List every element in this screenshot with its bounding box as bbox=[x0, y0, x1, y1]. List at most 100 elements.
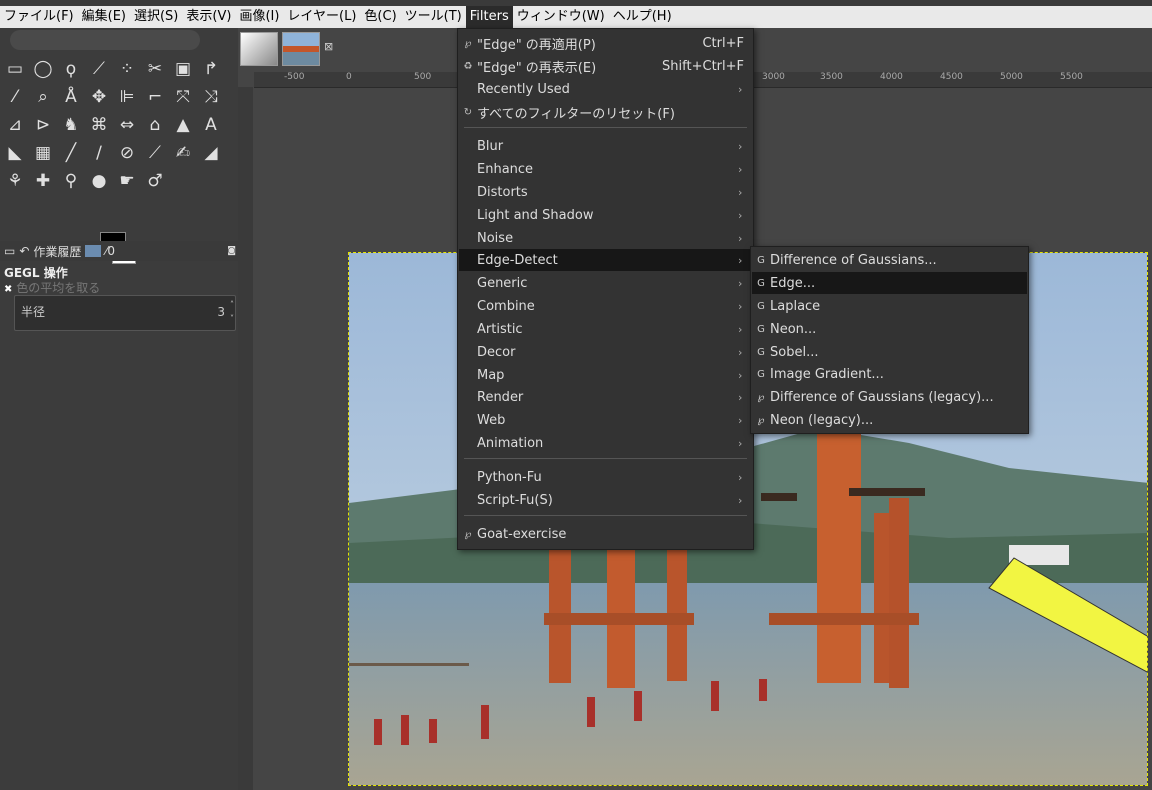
menu-image[interactable]: 画像(I) bbox=[235, 6, 283, 28]
recently-used-item[interactable]: Recently Used › bbox=[459, 78, 752, 100]
ellipse-select-icon[interactable]: ◯ bbox=[32, 58, 54, 80]
perspective-clone-icon[interactable]: ⚲ bbox=[60, 170, 82, 192]
paintbrush-icon[interactable]: ∕ bbox=[88, 142, 110, 164]
menu-filters[interactable]: Filters bbox=[465, 6, 513, 28]
filter-group-noise[interactable]: Noise › bbox=[459, 227, 752, 249]
plugin-icon: ℘ bbox=[757, 391, 765, 403]
filter-group-combine[interactable]: Combine › bbox=[459, 295, 752, 317]
gradient-icon[interactable]: ▦ bbox=[32, 142, 54, 164]
history-tab[interactable]: 作業履歴 bbox=[33, 243, 81, 260]
dog-item[interactable]: G Difference of Gaussians... bbox=[752, 249, 1027, 271]
menu-layer[interactable]: レイヤー(L) bbox=[283, 6, 360, 28]
clone-icon[interactable]: ⚘ bbox=[4, 170, 26, 192]
goat-exercise-item[interactable]: ℘ Goat-exercise bbox=[459, 523, 752, 545]
filter-group-decor[interactable]: Decor › bbox=[459, 341, 752, 363]
python-fu-item[interactable]: Python-Fu › bbox=[459, 466, 752, 488]
menu-help[interactable]: ヘルプ(H) bbox=[609, 6, 676, 28]
foreground-select-icon[interactable]: ▣ bbox=[172, 58, 194, 80]
filter-group-render[interactable]: Render › bbox=[459, 386, 752, 408]
heal-icon[interactable]: ✚ bbox=[32, 170, 54, 192]
filter-group-blur[interactable]: Blur › bbox=[459, 135, 752, 157]
images-tab-icon[interactable] bbox=[85, 245, 102, 257]
laplace-item[interactable]: G Laplace bbox=[752, 295, 1027, 317]
filter-group-distorts[interactable]: Distorts › bbox=[459, 181, 752, 203]
vertical-ruler bbox=[238, 87, 253, 790]
menu-view[interactable]: 表示(V) bbox=[182, 6, 235, 28]
menu-tools[interactable]: ツール(T) bbox=[401, 6, 466, 28]
reset-all-filters-item[interactable]: ↻ すべてのフィルターのリセット(F) bbox=[459, 101, 752, 123]
scissors-icon[interactable]: ✂ bbox=[144, 58, 166, 80]
fuzzy-select-icon[interactable]: ⟋ bbox=[88, 58, 110, 80]
menu-edit[interactable]: 編集(E) bbox=[78, 6, 130, 28]
neon-item[interactable]: G Neon... bbox=[752, 318, 1027, 340]
neon-legacy-item[interactable]: ℘ Neon (legacy)... bbox=[752, 409, 1027, 431]
crop-icon[interactable]: ⌐ bbox=[144, 86, 166, 108]
filter-group-animation[interactable]: Animation › bbox=[459, 432, 752, 454]
filter-group-generic[interactable]: Generic › bbox=[459, 272, 752, 294]
radius-spinner[interactable]: 半径 3 ˄ ˅ bbox=[14, 295, 236, 331]
filter-group-edge-detect[interactable]: Edge-Detect › bbox=[459, 249, 752, 271]
measure-icon[interactable]: Å bbox=[60, 86, 82, 108]
handle-transform-icon[interactable]: ▲ bbox=[172, 114, 194, 136]
chevron-right-icon: › bbox=[738, 208, 743, 222]
paths-icon[interactable]: ↱ bbox=[200, 58, 222, 80]
image-thumbnail-torii[interactable] bbox=[282, 32, 320, 66]
warp-transform-icon[interactable]: ♞ bbox=[60, 114, 82, 136]
spinner-arrows-icon[interactable]: ˄ ˅ bbox=[230, 298, 234, 326]
filter-group-web[interactable]: Web › bbox=[459, 409, 752, 431]
close-tab-icon[interactable]: ⊠ bbox=[324, 40, 333, 68]
eraser-icon[interactable]: ⊘ bbox=[116, 142, 138, 164]
cage-icon[interactable]: ⌂ bbox=[144, 114, 166, 136]
reshow-filter-item[interactable]: ♻ "Edge" の再表示(E) Shift+Ctrl+F bbox=[459, 55, 752, 77]
mypaint-brush-icon[interactable]: ◢ bbox=[200, 142, 222, 164]
unified-transform-icon[interactable]: ⤧ bbox=[172, 86, 194, 108]
image-thumbnail-sketch[interactable] bbox=[240, 32, 278, 66]
menu-windows[interactable]: ウィンドウ(W) bbox=[513, 6, 609, 28]
filter-group-artistic[interactable]: Artistic › bbox=[459, 318, 752, 340]
radius-value[interactable]: 3 bbox=[217, 305, 225, 319]
select-by-color-icon[interactable]: ⁘ bbox=[116, 58, 138, 80]
dock-menu-icon[interactable]: ◙ bbox=[227, 246, 236, 256]
menu-separator bbox=[464, 127, 747, 128]
pencil-icon[interactable]: ╱ bbox=[60, 142, 82, 164]
3d-transform-icon[interactable]: ⌘ bbox=[88, 114, 110, 136]
sobel-item[interactable]: G Sobel... bbox=[752, 341, 1027, 363]
reapply-filter-item[interactable]: ℘ "Edge" の再適用(P) Ctrl+F bbox=[459, 32, 752, 54]
ink-icon[interactable]: ✍ bbox=[172, 142, 194, 164]
edge-item[interactable]: G Edge... bbox=[752, 272, 1027, 294]
menu-file[interactable]: ファイル(F) bbox=[0, 6, 78, 28]
dog-legacy-item[interactable]: ℘ Difference of Gaussians (legacy)... bbox=[752, 386, 1027, 408]
move-icon[interactable]: ✥ bbox=[88, 86, 110, 108]
menu-select[interactable]: 選択(S) bbox=[130, 6, 182, 28]
shear-icon[interactable]: ⊿ bbox=[4, 114, 26, 136]
rotate-icon[interactable]: ⤨ bbox=[200, 86, 222, 108]
filter-group-light-shadow[interactable]: Light and Shadow › bbox=[459, 204, 752, 226]
device-status-icon[interactable]: ⁄0 bbox=[105, 244, 115, 258]
align-icon[interactable]: ⊫ bbox=[116, 86, 138, 108]
dodge-burn-icon[interactable]: ♂ bbox=[144, 170, 166, 192]
menu-colors[interactable]: 色(C) bbox=[360, 6, 400, 28]
bucket-fill-icon[interactable]: ◣ bbox=[4, 142, 26, 164]
toolbox: ▭ ◯ ϙ ⟋ ⁘ ✂ ▣ ↱ ⁄ ⌕ Å ✥ ⊫ ⌐ ⤧ ⤨ ⊿ ⊳ ♞ ⌘ … bbox=[0, 28, 238, 790]
blur-sharpen-icon[interactable]: ● bbox=[88, 170, 110, 192]
airbrush-icon[interactable]: ⟋ bbox=[144, 142, 166, 164]
filter-group-enhance[interactable]: Enhance › bbox=[459, 158, 752, 180]
tool-options-tab-icon[interactable]: ▭ bbox=[4, 244, 15, 258]
edge-detect-submenu: G Difference of Gaussians... G Edge... G La… bbox=[750, 246, 1029, 434]
script-fu-item[interactable]: Script-Fu(S) › bbox=[459, 489, 752, 511]
ruler-tick: 3500 bbox=[820, 72, 843, 82]
rect-select-icon[interactable]: ▭ bbox=[4, 58, 26, 80]
image-gradient-item[interactable]: G Image Gradient... bbox=[752, 363, 1027, 385]
color-picker-icon[interactable]: ⁄ bbox=[4, 86, 26, 108]
undo-history-icon[interactable]: ↶ bbox=[19, 244, 29, 258]
close-icon[interactable]: ✖ bbox=[4, 284, 12, 295]
free-select-icon[interactable]: ϙ bbox=[60, 58, 82, 80]
smudge-icon[interactable]: ☛ bbox=[116, 170, 138, 192]
perspective-icon[interactable]: ⊳ bbox=[32, 114, 54, 136]
text-icon[interactable]: A bbox=[200, 114, 222, 136]
zoom-icon[interactable]: ⌕ bbox=[32, 86, 54, 108]
filter-group-map[interactable]: Map › bbox=[459, 364, 752, 386]
chevron-right-icon: › bbox=[738, 185, 743, 199]
chevron-right-icon: › bbox=[738, 139, 743, 153]
flip-icon[interactable]: ⇔ bbox=[116, 114, 138, 136]
